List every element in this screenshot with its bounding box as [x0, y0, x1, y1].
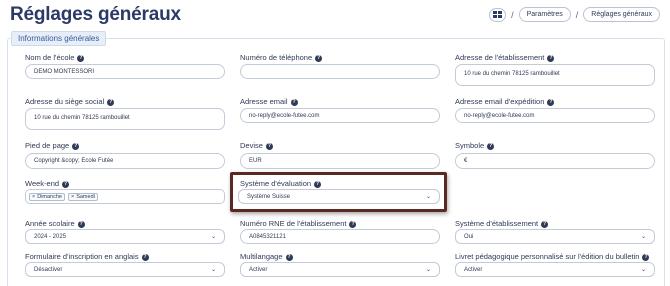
page-title: Réglages généraux: [10, 4, 181, 25]
school-address-input[interactable]: 10 rue du chemin 78125 rambouillet: [455, 64, 655, 86]
weekend-tag-samedi: × Samedi: [67, 192, 98, 201]
email-label: Adresse email?: [240, 97, 298, 106]
help-icon[interactable]: ?: [77, 220, 85, 228]
rne-number-label: Numéro RNE de l'établissement?: [240, 219, 357, 228]
phone-label: Numéro de téléphone?: [240, 53, 323, 62]
help-icon[interactable]: ?: [265, 142, 273, 150]
hq-address-input[interactable]: 10 rue du chemin 78125 rambouillet: [25, 108, 225, 130]
help-icon[interactable]: ?: [72, 142, 80, 150]
panel-title: Informations générales: [11, 31, 107, 46]
email-input[interactable]: no-reply@ecole-futee.com: [240, 108, 440, 123]
custom-booklet-value: Activer: [464, 266, 483, 273]
help-icon[interactable]: ?: [541, 220, 549, 228]
help-icon[interactable]: ?: [285, 253, 293, 261]
help-icon[interactable]: ?: [642, 253, 650, 261]
multilanguage-value: Activer: [249, 266, 268, 273]
help-icon[interactable]: ?: [349, 220, 357, 228]
weekend-label: Week-end?: [25, 179, 70, 188]
sender-email-label: Adresse email d'expédition?: [455, 97, 555, 106]
weekend-multiselect[interactable]: × Dimanche × Samedi: [25, 189, 225, 204]
phone-input[interactable]: [240, 64, 440, 79]
currency-label: Devise?: [240, 141, 273, 150]
english-form-select[interactable]: Désactiver ⌄: [25, 262, 225, 277]
breadcrumb-separator: /: [511, 9, 514, 20]
english-form-value: Désactiver: [34, 266, 63, 273]
school-name-label: Nom de l'école?: [25, 53, 85, 62]
weekend-tag-dimanche: × Dimanche: [29, 192, 65, 201]
chevron-down-icon: ⌄: [640, 267, 646, 273]
english-form-label: Formulaire d'inscription en anglais?: [25, 252, 149, 261]
help-icon[interactable]: ?: [290, 98, 298, 106]
remove-tag-icon[interactable]: ×: [71, 194, 74, 200]
breadcrumb-reglages-generaux[interactable]: Réglages généraux: [583, 7, 660, 22]
help-icon[interactable]: ?: [62, 180, 70, 188]
school-year-select[interactable]: 2024 - 2025 ⌄: [25, 229, 225, 244]
multilanguage-select[interactable]: Activer ⌄: [240, 262, 440, 277]
school-system-select[interactable]: Oui ⌄: [455, 229, 655, 244]
footer-input[interactable]: Copyright &copy; Ecole Futée: [25, 153, 225, 169]
symbol-input[interactable]: €: [455, 153, 655, 169]
breadcrumb-separator: /: [575, 9, 579, 20]
currency-input[interactable]: EUR: [240, 153, 440, 169]
grid-menu-button[interactable]: [489, 7, 507, 22]
school-year-label: Année scolaire?: [25, 219, 85, 228]
help-icon[interactable]: ?: [315, 54, 323, 62]
help-icon[interactable]: ?: [107, 98, 115, 106]
chevron-down-icon: ⌄: [210, 267, 216, 273]
help-icon[interactable]: ?: [547, 98, 555, 106]
rne-number-input[interactable]: A0845321121: [240, 229, 440, 244]
school-system-value: Oui: [464, 233, 474, 240]
school-system-label: Système d'établissement?: [455, 219, 549, 228]
remove-tag-icon[interactable]: ×: [32, 194, 35, 200]
chevron-down-icon: ⌄: [425, 267, 431, 273]
chevron-down-icon: ⌄: [210, 234, 216, 240]
multilanguage-label: Multilangage?: [240, 252, 293, 261]
highlight-frame: [230, 172, 447, 212]
footer-label: Pied de page?: [25, 141, 80, 150]
help-icon[interactable]: ?: [77, 54, 85, 62]
school-address-label: Adresse de l'établissement?: [455, 53, 555, 62]
sender-email-input[interactable]: no-reply@ecole-futee.com: [455, 108, 655, 123]
grid-icon: [493, 11, 503, 18]
school-year-value: 2024 - 2025: [34, 233, 67, 240]
custom-booklet-select[interactable]: Activer ⌄: [455, 262, 655, 277]
breadcrumb: / Paramètres / Réglages généraux: [489, 7, 660, 22]
symbol-label: Symbole?: [455, 141, 495, 150]
help-icon[interactable]: ?: [141, 253, 149, 261]
hq-address-label: Adresse du siège social?: [25, 97, 115, 106]
school-name-input[interactable]: DEMO MONTESSORI: [25, 64, 225, 79]
custom-booklet-label: Livret pédagogique personnalisé sur l'éd…: [455, 252, 650, 261]
breadcrumb-parametres[interactable]: Paramètres: [518, 7, 571, 22]
help-icon[interactable]: ?: [547, 54, 555, 62]
chevron-down-icon: ⌄: [640, 234, 646, 240]
help-icon[interactable]: ?: [487, 142, 495, 150]
